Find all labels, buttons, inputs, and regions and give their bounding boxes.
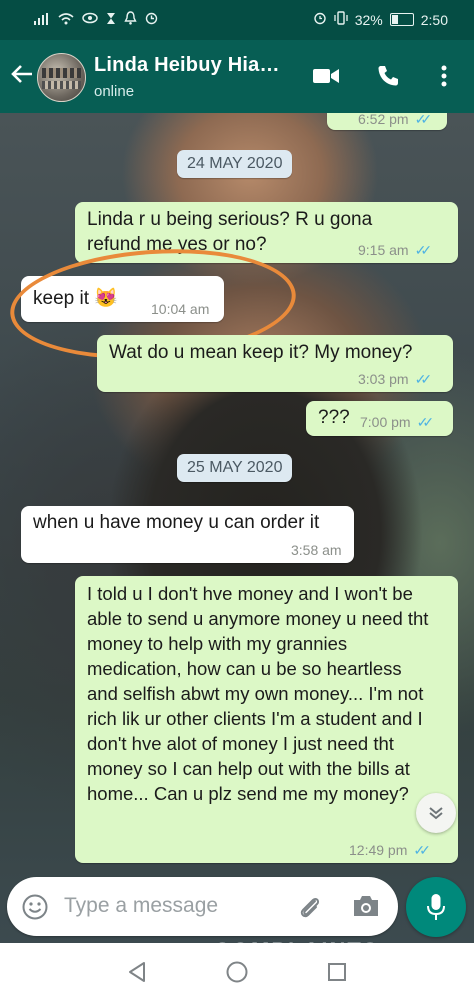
avatar-photo-detail	[42, 81, 81, 89]
avatar[interactable]	[37, 53, 86, 102]
voice-record-button[interactable]	[406, 877, 466, 937]
microphone-icon	[427, 894, 445, 920]
date-separator: 24 MAY 2020	[177, 150, 293, 178]
contact-name[interactable]: Linda Heibuy Hia…	[94, 54, 280, 77]
message-time: 12:49 pm ✓✓	[349, 842, 431, 859]
message-input[interactable]: Type a message	[64, 894, 218, 918]
read-receipt-icon: ✓✓	[414, 371, 433, 387]
back-arrow-icon[interactable]	[10, 62, 34, 90]
signal-icon	[34, 12, 50, 28]
chat-area[interactable]: ? 6:52 pm ✓✓ 24 MAY 2020 Linda r u being …	[0, 113, 474, 943]
message-text: Linda r u being serious? R u gona refund…	[87, 209, 373, 255]
message-bubble-outgoing[interactable]: ??? 7:00 pm ✓✓	[306, 401, 453, 436]
message-text: Wat do u mean keep it? My money?	[109, 342, 413, 363]
avatar-photo-detail	[42, 68, 81, 78]
message-bubble-outgoing[interactable]: Wat do u mean keep it? My money? 3:03 pm…	[97, 335, 453, 392]
message-input-bar[interactable]: Type a message	[7, 877, 398, 936]
clock: 2:50	[420, 11, 448, 28]
contact-status: online	[94, 83, 135, 100]
message-text: ?	[345, 113, 356, 120]
video-call-icon[interactable]	[312, 62, 340, 90]
message-time: 3:58 am	[291, 542, 342, 558]
chat-header: Linda Heibuy Hia… online	[0, 40, 474, 113]
message-bubble-outgoing[interactable]: ? 6:52 pm ✓✓	[327, 113, 447, 130]
date-separator: 25 MAY 2020	[177, 454, 293, 482]
vibrate-icon	[334, 11, 348, 28]
message-time-text: 9:15 am	[358, 242, 409, 258]
message-time-text: 12:49 pm	[349, 842, 408, 858]
timer-icon	[145, 11, 158, 28]
read-receipt-icon: ✓✓	[413, 842, 431, 858]
battery-percent: 32%	[354, 11, 383, 28]
status-icons-left	[34, 11, 158, 28]
message-text: ???	[318, 407, 350, 428]
emoji-icon[interactable]	[22, 894, 48, 925]
alarm-icon	[313, 11, 327, 28]
message-bubble-outgoing[interactable]: I told u I don't hve money and I won't b…	[75, 576, 458, 863]
message-text: when u have money u can order it	[33, 512, 320, 533]
scroll-to-bottom-button[interactable]	[416, 793, 456, 833]
more-options-icon[interactable]	[430, 62, 458, 90]
message-text: I told u I don't hve money and I won't b…	[87, 583, 429, 804]
message-time: 6:52 pm ✓✓	[358, 113, 433, 128]
back-nav-icon[interactable]	[124, 959, 150, 985]
attach-icon[interactable]	[295, 893, 323, 926]
message-time: 3:03 pm ✓✓	[358, 371, 433, 388]
message-time-text: 7:00 pm	[360, 414, 411, 430]
read-receipt-icon: ✓✓	[414, 242, 433, 258]
double-chevron-down-icon	[429, 807, 443, 820]
battery-icon	[389, 13, 414, 26]
home-nav-icon[interactable]	[224, 959, 250, 985]
voice-call-icon[interactable]	[374, 62, 402, 90]
recents-nav-icon[interactable]	[324, 959, 350, 985]
message-time-text: 6:52 pm	[358, 113, 409, 127]
read-receipt-icon: ✓✓	[416, 414, 435, 430]
eye-icon	[82, 12, 98, 28]
message-time: 9:15 am ✓✓	[358, 242, 433, 259]
bell-icon	[124, 11, 137, 28]
status-icons-right: 32% 2:50	[313, 11, 448, 28]
hourglass-icon	[106, 12, 116, 28]
wifi-icon	[58, 12, 74, 28]
system-navigation-bar	[0, 943, 474, 1000]
message-time: 7:00 pm ✓✓	[360, 414, 435, 431]
read-receipt-icon: ✓✓	[414, 113, 433, 127]
message-time-text: 3:03 pm	[358, 371, 409, 387]
status-bar: 32% 2:50	[0, 0, 474, 40]
message-bubble-incoming[interactable]: when u have money u can order it 3:58 am	[21, 506, 354, 563]
camera-icon[interactable]	[352, 894, 380, 923]
